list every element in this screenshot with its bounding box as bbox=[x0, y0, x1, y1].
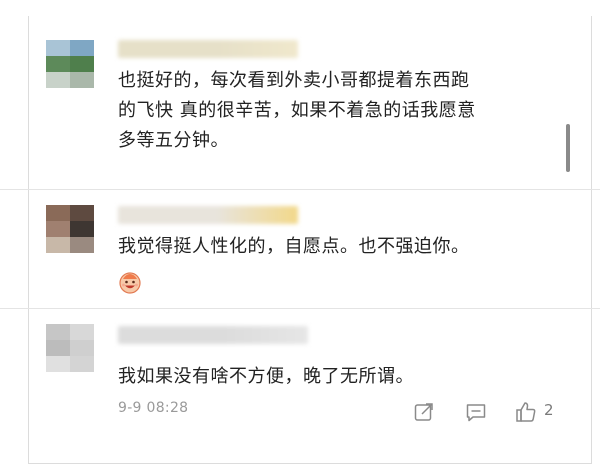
avatar-pixel bbox=[46, 205, 70, 221]
share-icon[interactable] bbox=[412, 400, 436, 424]
scrollbar-thumb[interactable] bbox=[566, 124, 570, 172]
avatar-pixel bbox=[70, 205, 94, 221]
username-blurred[interactable] bbox=[118, 40, 298, 58]
avatar-pixel bbox=[70, 56, 94, 72]
frame-border-left bbox=[28, 16, 29, 464]
frame-border-right bbox=[591, 16, 592, 464]
avatar[interactable] bbox=[46, 205, 94, 253]
comment-text: 我觉得挺人性化的，自愿点。也不强迫你。 bbox=[118, 232, 470, 262]
comment-line: 的飞快 真的很辛苦，如果不着急的话我愿意 bbox=[118, 100, 476, 121]
comment-list: 也挺好的，每次看到外卖小哥都提着东西跑 的飞快 真的很辛苦，如果不着急的话我愿意… bbox=[0, 0, 600, 473]
username-blurred[interactable] bbox=[118, 206, 298, 224]
comment-line: 多等五分钟。 bbox=[118, 130, 229, 151]
avatar-pixel bbox=[46, 72, 70, 88]
comment-icon[interactable] bbox=[464, 400, 488, 424]
divider bbox=[0, 308, 600, 309]
smile-emoji bbox=[119, 272, 141, 294]
avatar-pixel bbox=[46, 340, 70, 356]
comment-line: 也挺好的，每次看到外卖小哥都提着东西跑 bbox=[118, 70, 470, 91]
avatar-pixel bbox=[46, 221, 70, 237]
avatar-pixel bbox=[70, 340, 94, 356]
comment-line: 我觉得挺人性化的，自愿点。也不强迫你。 bbox=[118, 236, 470, 257]
avatar-pixel bbox=[46, 324, 70, 340]
avatar-pixel bbox=[70, 324, 94, 340]
avatar[interactable] bbox=[46, 324, 94, 372]
avatar-pixel bbox=[46, 237, 70, 253]
avatar-pixel bbox=[70, 356, 94, 372]
username-blurred[interactable] bbox=[118, 326, 308, 344]
avatar[interactable] bbox=[46, 40, 94, 88]
comment-text: 我如果没有啥不方便，晚了无所谓。 bbox=[118, 362, 414, 392]
comment-line: 我如果没有啥不方便，晚了无所谓。 bbox=[118, 366, 414, 387]
thumbs-up-icon[interactable] bbox=[514, 400, 538, 424]
avatar-pixel bbox=[70, 221, 94, 237]
avatar-pixel bbox=[46, 40, 70, 56]
avatar-pixel bbox=[46, 356, 70, 372]
comment-timestamp: 9-9 08:28 bbox=[118, 400, 189, 416]
like-count: 2 bbox=[544, 401, 554, 419]
avatar-pixel bbox=[70, 40, 94, 56]
frame-border-bottom bbox=[28, 463, 592, 464]
comment-text: 也挺好的，每次看到外卖小哥都提着东西跑 的飞快 真的很辛苦，如果不着急的话我愿意… bbox=[118, 66, 476, 156]
avatar-pixel bbox=[70, 72, 94, 88]
avatar-pixel bbox=[70, 237, 94, 253]
avatar-pixel bbox=[46, 56, 70, 72]
divider bbox=[0, 189, 600, 190]
